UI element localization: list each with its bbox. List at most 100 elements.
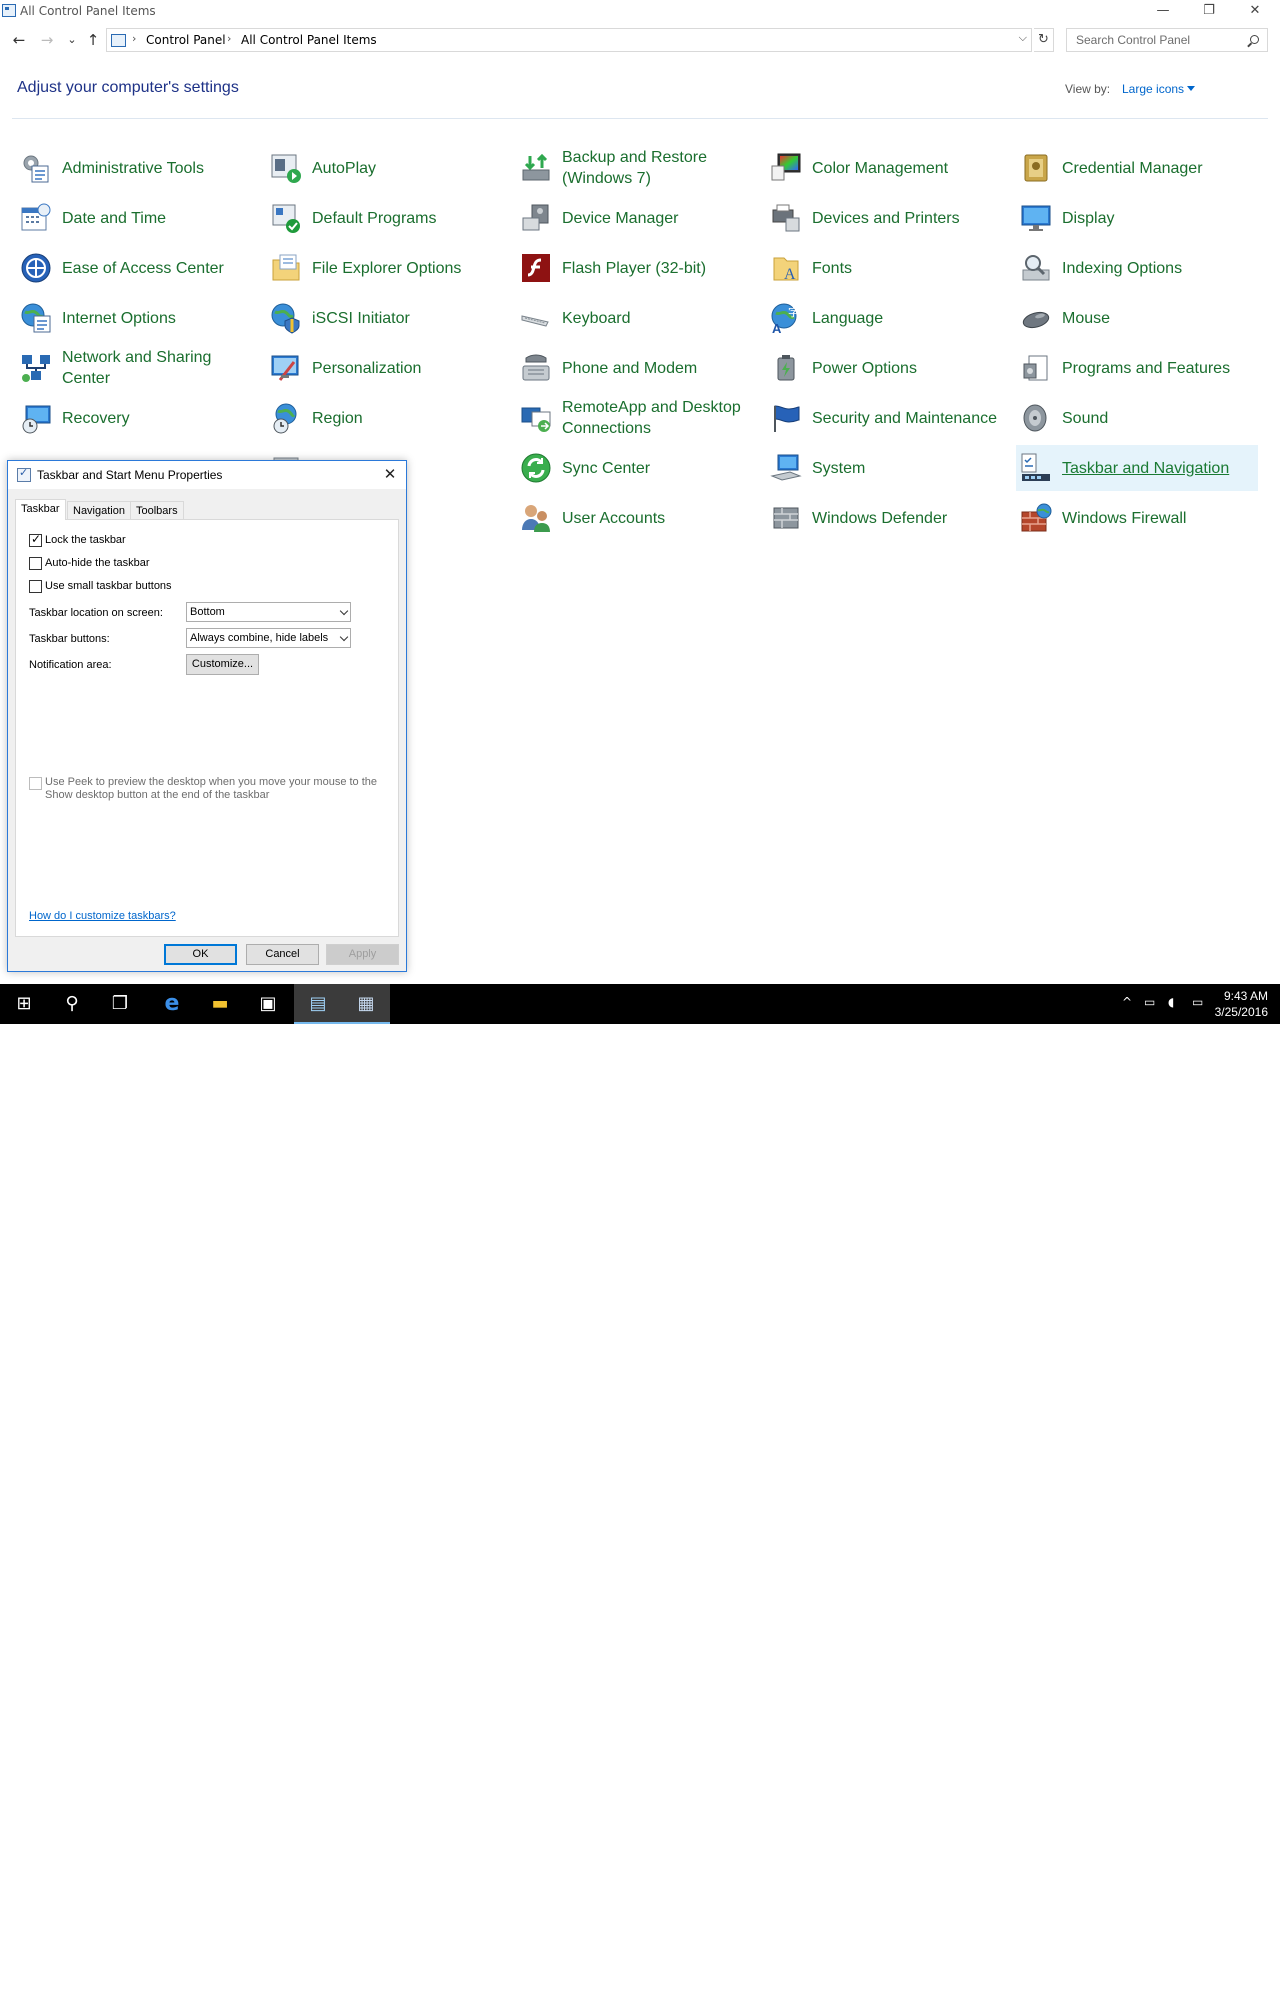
ok-button[interactable]: OK <box>164 944 237 965</box>
item-autoplay[interactable]: AutoPlay <box>266 145 508 191</box>
item-label[interactable]: Flash Player (32-bit) <box>562 245 756 291</box>
item-display[interactable]: Display <box>1016 195 1258 241</box>
item-label[interactable]: Personalization <box>312 345 506 391</box>
item-label[interactable]: Administrative Tools <box>62 145 256 191</box>
item-label[interactable]: Windows Defender <box>812 495 1006 541</box>
item-label[interactable]: Internet Options <box>62 295 256 341</box>
network-icon[interactable]: ▭ <box>1144 995 1155 1035</box>
breadcrumb-control-panel[interactable]: Control Panel <box>146 33 226 47</box>
apply-button[interactable]: Apply <box>326 944 399 965</box>
minimize-button[interactable]: — <box>1140 0 1186 24</box>
item-programs-features[interactable]: Programs and Features <box>1016 345 1258 391</box>
breadcrumb-separator[interactable]: › <box>227 32 231 45</box>
tab-toolbars[interactable]: Toolbars <box>130 501 184 520</box>
item-label[interactable]: Devices and Printers <box>812 195 1006 241</box>
taskbar-store[interactable]: ▣ <box>244 984 292 1024</box>
item-sound[interactable]: Sound <box>1016 395 1258 441</box>
item-label[interactable]: Sync Center <box>562 445 756 491</box>
item-sync-center[interactable]: Sync Center <box>516 445 758 491</box>
search-box[interactable] <box>1066 28 1268 52</box>
tab-navigation[interactable]: Navigation <box>67 501 131 520</box>
item-label[interactable]: Security and Maintenance <box>812 395 1006 441</box>
peek-checkbox[interactable] <box>29 777 42 790</box>
item-label[interactable]: Device Manager <box>562 195 756 241</box>
action-center-icon[interactable]: ▭ <box>1192 995 1203 1035</box>
taskbar-file-explorer[interactable]: ▬ <box>196 984 244 1024</box>
item-label[interactable]: Indexing Options <box>1062 245 1256 291</box>
item-internet-options[interactable]: Internet Options <box>16 295 258 341</box>
item-credential-manager[interactable]: Credential Manager <box>1016 145 1258 191</box>
item-label[interactable]: Display <box>1062 195 1256 241</box>
auto-hide-checkbox[interactable] <box>29 556 42 570</box>
tab-taskbar[interactable]: Taskbar <box>15 499 66 520</box>
system-clock[interactable]: 9:43 AM 3/25/2016 <box>1215 988 1268 1020</box>
breadcrumb-all-items[interactable]: All Control Panel Items <box>241 33 377 47</box>
caret-down-icon[interactable] <box>1187 86 1195 91</box>
item-system[interactable]: System <box>766 445 1008 491</box>
item-label[interactable]: iSCSI Initiator <box>312 295 506 341</box>
lock-taskbar-row[interactable]: Lock the taskbar <box>29 532 126 548</box>
item-date-time[interactable]: Date and Time <box>16 195 258 241</box>
item-windows-defender[interactable]: Windows Defender <box>766 495 1008 541</box>
recent-locations-button[interactable]: ⌄ <box>62 30 82 50</box>
item-label[interactable]: Programs and Features <box>1062 345 1256 391</box>
item-label[interactable]: Fonts <box>812 245 1006 291</box>
taskbar-search-button[interactable]: ⚲ <box>48 984 96 1024</box>
lock-taskbar-label[interactable]: Lock the taskbar <box>45 534 126 546</box>
breadcrumb-separator[interactable]: › <box>132 32 136 45</box>
item-label[interactable]: Default Programs <box>312 195 506 241</box>
lock-taskbar-checkbox[interactable] <box>29 532 42 547</box>
item-label[interactable]: Date and Time <box>62 195 256 241</box>
item-label[interactable]: User Accounts <box>562 495 756 541</box>
back-button[interactable]: ← <box>9 30 29 50</box>
taskbar-properties-window[interactable]: ▦ <box>342 984 390 1024</box>
small-buttons-row[interactable]: Use small taskbar buttons <box>29 578 172 594</box>
item-file-explorer-options[interactable]: File Explorer Options <box>266 245 508 291</box>
volume-icon[interactable]: ◖ <box>1168 995 1174 1035</box>
item-ease-of-access[interactable]: Ease of Access Center <box>16 245 258 291</box>
item-language[interactable]: A字 Language <box>766 295 1008 341</box>
small-buttons-checkbox[interactable] <box>29 579 42 593</box>
cancel-button[interactable]: Cancel <box>246 944 319 965</box>
item-mouse[interactable]: Mouse <box>1016 295 1258 341</box>
address-box[interactable]: › Control Panel › All Control Panel Item… <box>106 28 1032 52</box>
item-label[interactable]: RemoteApp and Desktop Connections <box>562 395 756 441</box>
item-label[interactable]: Power Options <box>812 345 1006 391</box>
item-label[interactable]: System <box>812 445 1006 491</box>
location-select[interactable]: Bottom <box>186 602 351 622</box>
close-button[interactable]: ✕ <box>1232 0 1278 24</box>
small-buttons-label[interactable]: Use small taskbar buttons <box>45 580 172 592</box>
item-flash-player[interactable]: Flash Player (32-bit) <box>516 245 758 291</box>
show-hidden-icons-button[interactable]: ^ <box>1122 995 1132 1035</box>
up-button[interactable]: ↑ <box>83 30 103 50</box>
item-label[interactable]: Color Management <box>812 145 1006 191</box>
item-user-accounts[interactable]: User Accounts <box>516 495 758 541</box>
address-dropdown-button[interactable]: ⌵ <box>1019 31 1027 45</box>
item-label[interactable]: Language <box>812 295 1006 341</box>
item-label[interactable]: Ease of Access Center <box>62 245 256 291</box>
item-network-sharing[interactable]: Network and Sharing Center <box>16 345 258 391</box>
item-device-manager[interactable]: Device Manager <box>516 195 758 241</box>
auto-hide-label[interactable]: Auto-hide the taskbar <box>45 557 150 569</box>
item-label[interactable]: AutoPlay <box>312 145 506 191</box>
search-icon[interactable] <box>1250 35 1259 44</box>
item-personalization[interactable]: Personalization <box>266 345 508 391</box>
item-default-programs[interactable]: Default Programs <box>266 195 508 241</box>
item-label[interactable]: Mouse <box>1062 295 1256 341</box>
item-windows-firewall[interactable]: Windows Firewall <box>1016 495 1258 541</box>
item-power-options[interactable]: Power Options <box>766 345 1008 391</box>
customize-button[interactable]: Customize... <box>186 654 259 675</box>
auto-hide-row[interactable]: Auto-hide the taskbar <box>29 555 150 571</box>
item-taskbar-navigation[interactable]: Taskbar and Navigation <box>1016 445 1258 491</box>
view-by-dropdown[interactable]: Large icons <box>1122 82 1184 96</box>
item-administrative-tools[interactable]: Administrative Tools <box>16 145 258 191</box>
dialog-titlebar[interactable]: Taskbar and Start Menu Properties ✕ <box>8 461 406 489</box>
item-iscsi-initiator[interactable]: iSCSI Initiator <box>266 295 508 341</box>
item-label[interactable]: Backup and Restore (Windows 7) <box>562 145 756 191</box>
item-region[interactable]: Region <box>266 395 508 441</box>
taskbar-edge[interactable]: e <box>148 984 196 1024</box>
item-label[interactable]: Credential Manager <box>1062 145 1256 191</box>
dialog-close-button[interactable]: ✕ <box>380 465 400 485</box>
item-label[interactable]: Taskbar and Navigation <box>1062 445 1256 491</box>
item-label[interactable]: Network and Sharing Center <box>62 345 256 391</box>
